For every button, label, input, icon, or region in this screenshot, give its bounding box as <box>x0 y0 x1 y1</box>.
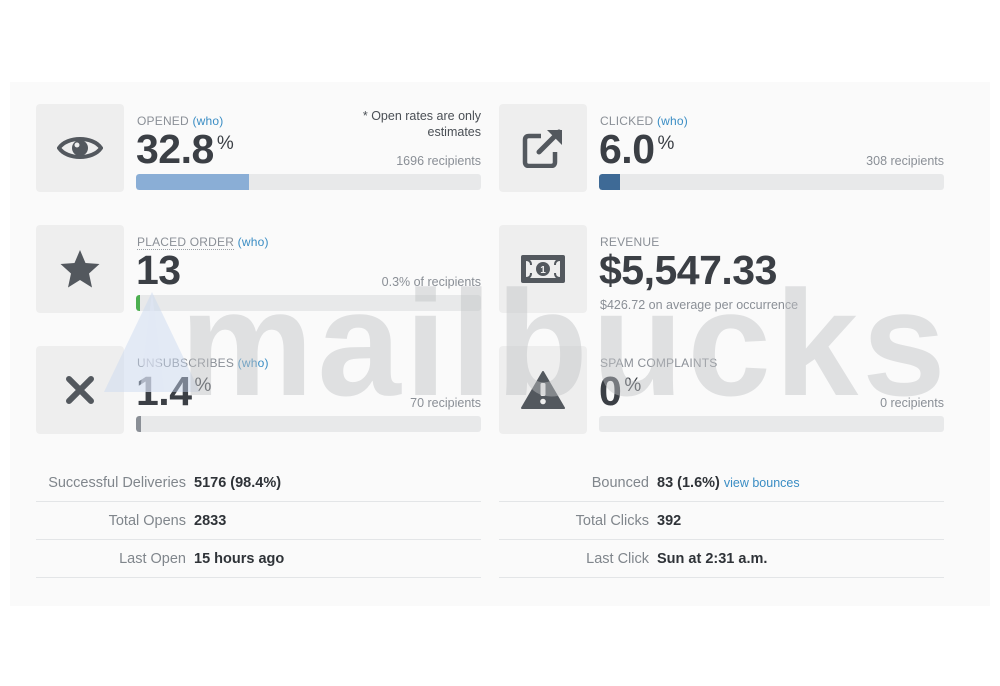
stat-row-last-click: Last Click Sun at 2:31 a.m. <box>499 541 944 578</box>
stat-row-last-open: Last Open 15 hours ago <box>36 541 481 578</box>
placed-order-recipients: 0.3% of recipients <box>381 275 481 289</box>
banknote-icon: 1 <box>499 225 587 313</box>
star-icon <box>36 225 124 313</box>
clicked-progress-bar <box>599 174 944 190</box>
spam-complaints-progress-bar <box>599 416 944 432</box>
unsubscribes-card: UNSUBSCRIBES (who) 1.4% 70 recipients <box>36 346 481 434</box>
placed-order-who-link[interactable]: (who) <box>238 235 269 249</box>
unsubscribes-who-link[interactable]: (who) <box>238 356 269 370</box>
stat-key: Total Opens <box>108 513 186 529</box>
placed-order-card: PLACED ORDER (who) 13 0.3% of recipients <box>36 225 481 313</box>
stat-key: Last Click <box>586 551 649 567</box>
revenue-average: $426.72 on average per occurrence <box>600 298 799 312</box>
placed-order-progress-bar <box>136 295 481 311</box>
clicked-card: CLICKED (who) 6.0% 308 recipients <box>499 104 944 192</box>
stat-key: Total Clicks <box>575 513 649 529</box>
stat-row-total-opens: Total Opens 2833 <box>36 503 481 540</box>
stat-value: 5176 (98.4%) <box>194 475 282 491</box>
opened-rate: 32.8% <box>136 126 234 172</box>
unsubscribes-rate: 1.4% <box>136 368 211 414</box>
svg-text:1: 1 <box>540 265 546 276</box>
revenue-amount: $5,547.33 <box>599 247 777 293</box>
placed-order-progress-fill <box>136 295 141 311</box>
opened-recipients: 1696 recipients <box>396 154 481 168</box>
open-rate-disclaimer: * Open rates are only estimates <box>362 109 481 139</box>
eye-icon <box>36 104 124 192</box>
stat-value: 2833 <box>194 513 227 529</box>
placed-order-count: 13 <box>136 247 181 293</box>
spam-complaints-rate: 0% <box>599 368 641 414</box>
campaign-report-panel: OPENED (who) 32.8% * Open rates are only… <box>10 82 990 606</box>
stat-row-successful-deliveries: Successful Deliveries 5176 (98.4%) <box>36 465 481 502</box>
x-icon <box>36 346 124 434</box>
stat-key: Last Open <box>119 551 186 567</box>
clicked-recipients: 308 recipients <box>866 154 944 168</box>
unsubscribes-recipients: 70 recipients <box>410 396 481 410</box>
warning-icon <box>499 346 587 434</box>
stat-value: Sun at 2:31 a.m. <box>657 551 768 567</box>
view-bounces-link[interactable]: view bounces <box>724 476 800 490</box>
stat-value: 83 (1.6%) view bounces <box>657 475 800 491</box>
stat-key: Bounced <box>591 475 649 491</box>
stat-row-bounced: Bounced 83 (1.6%) view bounces <box>499 465 944 502</box>
stat-key: Successful Deliveries <box>48 475 186 491</box>
clicked-progress-fill <box>599 174 620 190</box>
revenue-card: 1 REVENUE $5,547.33 $426.72 on average p… <box>499 225 944 313</box>
clicked-rate: 6.0% <box>599 126 674 172</box>
unsubscribes-progress-fill <box>136 416 141 432</box>
stat-row-total-clicks: Total Clicks 392 <box>499 503 944 540</box>
spam-complaints-recipients: 0 recipients <box>880 396 944 410</box>
stat-value: 392 <box>657 513 682 529</box>
opened-progress-fill <box>136 174 250 190</box>
stat-value: 15 hours ago <box>194 551 285 567</box>
opened-progress-bar <box>136 174 481 190</box>
spam-complaints-card: SPAM COMPLAINTS 0% 0 recipients <box>499 346 944 434</box>
opened-card: OPENED (who) 32.8% * Open rates are only… <box>36 104 481 192</box>
external-link-icon <box>499 104 587 192</box>
unsubscribes-progress-bar <box>136 416 481 432</box>
